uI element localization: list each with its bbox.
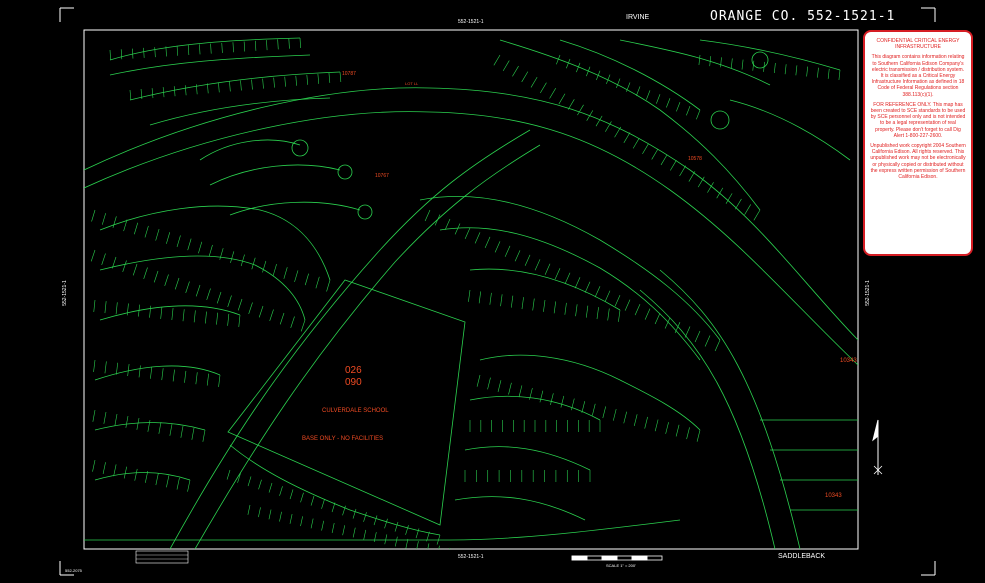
school-name: CULVERDALE SCHOOL bbox=[322, 408, 389, 414]
legend-box bbox=[135, 550, 189, 564]
top-grid-ref: 552-1521-1 bbox=[458, 19, 484, 25]
notice-paragraph-2: FOR REFERENCE ONLY. This map has been cr… bbox=[870, 101, 966, 139]
notice-paragraph-3: Unpublished work copyright 2004 Southern… bbox=[870, 143, 966, 181]
confidential-notice: CONFIDENTIAL CRITICAL ENERGY INFRASTRUCT… bbox=[863, 30, 973, 256]
scale-label: SCALE 1" = 200' bbox=[606, 563, 636, 568]
sheet-code: 552-2075 bbox=[65, 568, 82, 573]
lot-label: LOT LL bbox=[405, 81, 419, 86]
notice-heading: CONFIDENTIAL CRITICAL ENERGY INFRASTRUCT… bbox=[876, 38, 960, 51]
tract-label: 10343 bbox=[825, 493, 842, 499]
north-arrow-icon bbox=[872, 419, 883, 475]
scale-bar bbox=[571, 555, 663, 561]
right-grid-ref: 552-1521-1 bbox=[864, 280, 871, 306]
map-title: ORANGE CO. 552-1521-1 bbox=[710, 9, 896, 24]
top-area-label: IRVINE bbox=[626, 14, 650, 21]
parcel-map: 026 090 CULVERDALE SCHOOL BASE ONLY - NO… bbox=[59, 7, 936, 576]
map-frame bbox=[83, 29, 859, 550]
legend-box-lines bbox=[136, 554, 188, 560]
tract-label: 10767 bbox=[375, 173, 389, 179]
school-note: BASE ONLY - NO FACILITIES bbox=[302, 436, 383, 442]
notice-paragraph-1: This diagram contains information relati… bbox=[871, 54, 965, 98]
tract-label: 10343 bbox=[840, 358, 857, 364]
bottom-area-label: SADDLEBACK bbox=[778, 553, 826, 560]
bottom-grid-ref: 552-1521-1 bbox=[458, 554, 484, 560]
tract-label: 10578 bbox=[688, 156, 702, 162]
left-grid-ref: 552-1521-1 bbox=[61, 280, 68, 306]
tract-label: 10787 bbox=[342, 71, 356, 77]
grid-number-2: 090 bbox=[345, 377, 362, 388]
grid-number-1: 026 bbox=[345, 365, 362, 376]
